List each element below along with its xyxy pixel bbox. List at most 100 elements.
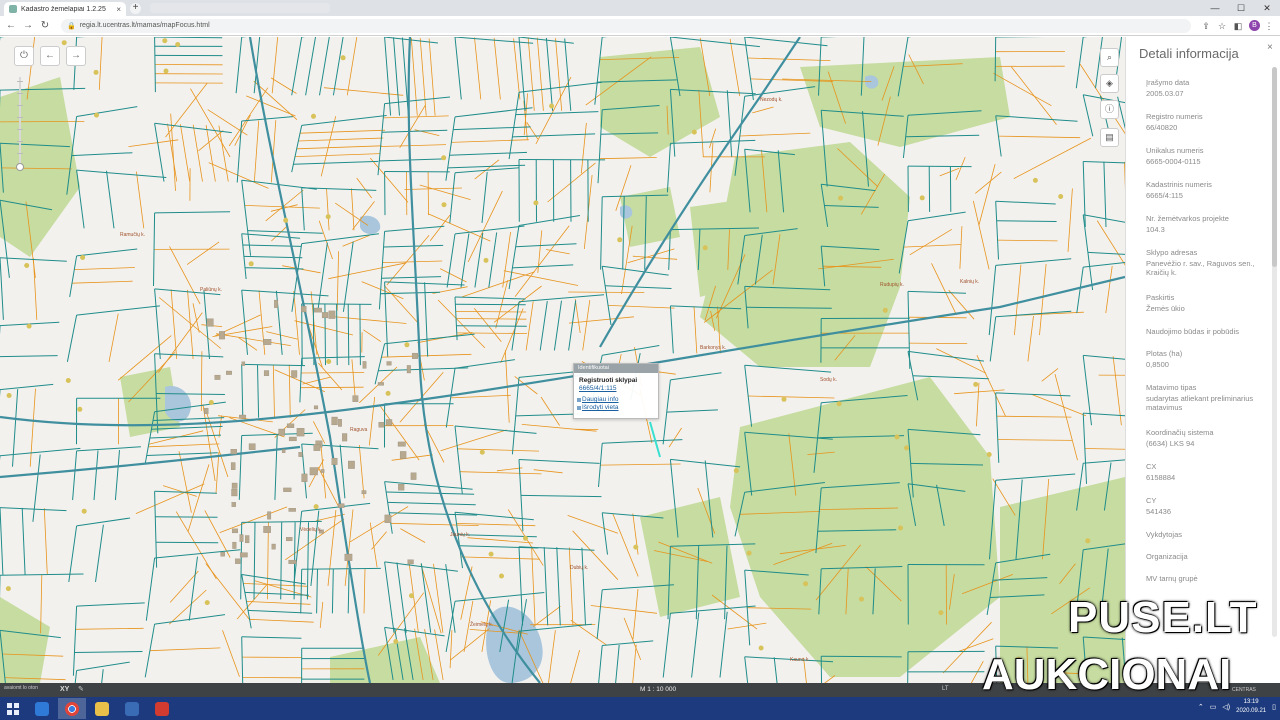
detail-field-value: 66/40820 xyxy=(1146,123,1178,132)
edit-pencil-icon[interactable]: ✎ xyxy=(78,685,84,693)
detail-field-value: 541436 xyxy=(1146,507,1172,516)
new-tab-button[interactable]: + xyxy=(130,3,141,14)
tray-expand-icon[interactable]: ⌃ xyxy=(1198,703,1204,711)
search-button[interactable]: ⌕ xyxy=(1100,48,1119,67)
maximize-button[interactable]: ☐ xyxy=(1228,0,1254,16)
address-bar[interactable]: 🔒 regia.lt.ucentras.lt/mamas/mapFocus.ht… xyxy=(61,18,1191,33)
close-window-button[interactable]: ✕ xyxy=(1254,0,1280,16)
map-svg[interactable] xyxy=(0,37,1125,683)
homestead-marker xyxy=(175,42,181,47)
building xyxy=(226,370,232,375)
volume-icon[interactable]: ◁) xyxy=(1222,703,1230,711)
map-scale[interactable]: M 1 : 10 000 xyxy=(640,686,676,693)
place-label: Kalnių k. xyxy=(960,279,980,285)
zoom-tick xyxy=(17,129,23,130)
building xyxy=(298,452,303,457)
homestead-marker xyxy=(838,195,844,201)
system-tray: ⌃ ▭ ◁) 13:19 2020.09.21 ▯ xyxy=(1198,698,1276,716)
browser-menu-icon[interactable]: ⋮ xyxy=(1262,19,1276,33)
xy-toggle[interactable]: XY xyxy=(60,686,69,693)
panel-close-icon[interactable]: × xyxy=(1267,42,1273,53)
homestead-marker xyxy=(973,381,979,387)
building xyxy=(245,535,250,544)
building xyxy=(291,370,298,378)
language-selector[interactable]: LT xyxy=(942,686,949,692)
homestead-marker xyxy=(248,261,254,267)
homestead-marker xyxy=(313,504,319,510)
building xyxy=(214,374,221,380)
homestead-marker xyxy=(204,600,210,606)
network-icon[interactable]: ▭ xyxy=(1210,703,1217,711)
homestead-marker xyxy=(93,69,99,75)
building xyxy=(206,318,214,327)
popup-parcel-number[interactable]: 6665/4/1:115 xyxy=(574,385,658,396)
layers-button[interactable]: ◈ xyxy=(1100,74,1119,93)
homestead-marker xyxy=(919,195,925,201)
homestead-marker xyxy=(938,610,944,616)
legend-button[interactable]: ▤ xyxy=(1100,128,1119,147)
building xyxy=(231,502,236,507)
building xyxy=(344,553,353,561)
homestead-marker xyxy=(894,434,900,440)
place-label: Žeimelų k. xyxy=(470,622,494,628)
tab-close-icon[interactable]: × xyxy=(116,5,121,14)
file-explorer-icon[interactable] xyxy=(88,698,116,719)
building xyxy=(204,407,209,415)
popup-more-info-link[interactable]: Daugiau info xyxy=(574,396,658,404)
forward-arrow-icon[interactable]: → xyxy=(21,19,35,33)
homestead-marker xyxy=(6,393,12,398)
chrome-icon[interactable] xyxy=(58,698,86,719)
building xyxy=(301,305,307,313)
building xyxy=(267,511,272,520)
profile-avatar[interactable]: B xyxy=(1249,20,1260,31)
detail-field-value: 2005.03.07 xyxy=(1146,89,1184,98)
detail-field: Unikalus numeris 6665-0004-0115 xyxy=(1146,146,1268,166)
place-label: Dubių k. xyxy=(570,565,589,571)
popup-zoom-link[interactable]: Išrodyti vieta xyxy=(574,404,658,412)
ie-icon[interactable] xyxy=(28,698,56,719)
detail-field: MV tarnų grupė xyxy=(1146,574,1268,585)
minimize-button[interactable]: — xyxy=(1202,0,1228,16)
power-button[interactable]: ⏻ xyxy=(14,46,34,66)
building xyxy=(239,534,244,542)
zoom-slider[interactable] xyxy=(16,77,24,171)
building xyxy=(410,472,417,480)
share-icon[interactable]: ⇪ xyxy=(1199,19,1213,33)
windows-logo-icon xyxy=(7,702,19,715)
bookmark-star-icon[interactable]: ☆ xyxy=(1215,19,1229,33)
scrollbar-thumb[interactable] xyxy=(1272,67,1277,267)
building xyxy=(263,339,272,345)
parcel-boundary xyxy=(909,342,968,344)
homestead-marker xyxy=(483,257,489,263)
homestead-marker xyxy=(283,217,289,223)
back-arrow-icon[interactable]: ← xyxy=(4,19,18,33)
cadastral-map[interactable]: Ramučių k. Nezodų k. Kalnių k. Rudupių k. Ja… xyxy=(0,37,1125,683)
zoom-slider-handle[interactable] xyxy=(16,163,24,171)
homestead-marker xyxy=(311,113,316,119)
media-icon[interactable] xyxy=(118,698,146,719)
building xyxy=(331,416,338,426)
panel-scrollbar[interactable] xyxy=(1272,67,1277,637)
building xyxy=(384,514,392,523)
place-label: Barkonys k. xyxy=(700,345,727,351)
pdf-icon[interactable] xyxy=(148,698,176,719)
detail-field-label: MV tarnų grupė xyxy=(1146,574,1198,583)
sidepanel-icon[interactable]: ◧ xyxy=(1231,19,1245,33)
notifications-icon[interactable]: ▯ xyxy=(1272,703,1276,711)
map-back-button[interactable]: ← xyxy=(40,46,60,66)
homestead-marker xyxy=(80,255,86,260)
building xyxy=(278,428,286,436)
detail-field-label: Vykdytojas xyxy=(1146,530,1182,539)
map-forward-button[interactable]: → xyxy=(66,46,86,66)
windows-taskbar: ⌃ ▭ ◁) 13:19 2020.09.21 ▯ xyxy=(0,697,1280,720)
building xyxy=(248,443,256,450)
start-button[interactable] xyxy=(0,697,26,720)
homestead-marker xyxy=(340,55,346,61)
reload-icon[interactable]: ↻ xyxy=(38,19,52,33)
browser-tab[interactable]: Kadastro žemėlapiai 1.2.25 × xyxy=(4,2,126,16)
detail-field-label: Įrašymo data xyxy=(1146,78,1190,87)
system-clock[interactable]: 13:19 2020.09.21 xyxy=(1236,698,1266,716)
homestead-marker xyxy=(882,307,888,313)
info-button[interactable]: ⓘ xyxy=(1100,100,1119,119)
app-favicon-icon xyxy=(9,5,17,13)
